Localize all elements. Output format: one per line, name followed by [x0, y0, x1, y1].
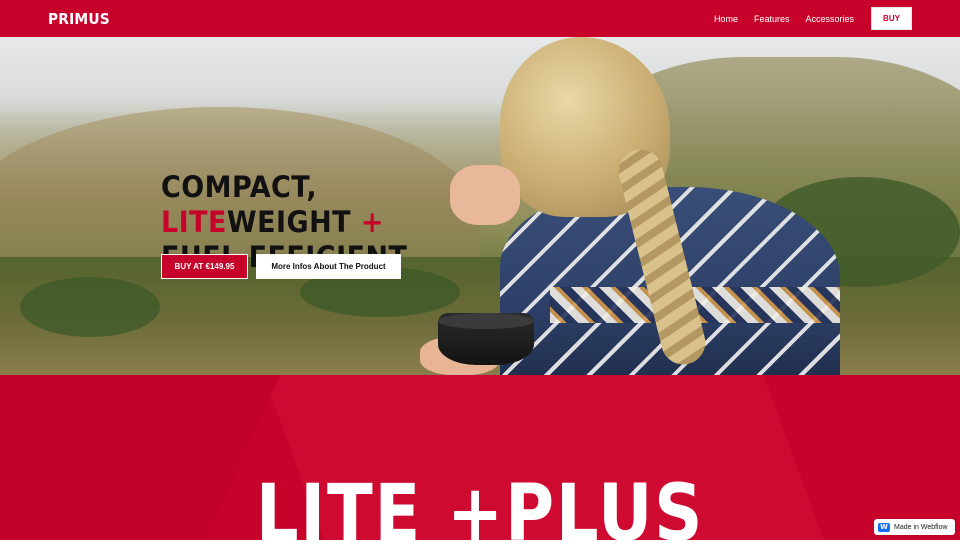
made-in-webflow-badge[interactable]: W Made in Webflow: [874, 519, 955, 535]
hiker-hand-spoon: [450, 165, 520, 225]
headline-highlight: LITE: [161, 205, 227, 239]
section-title: LITE +PLUS: [255, 469, 705, 559]
headline-line1: COMPACT,: [161, 170, 318, 204]
hero-cta-row: BUY AT €149.95 More Infos About The Prod…: [161, 254, 401, 279]
top-navigation: PRIMUS Home Features Accessories BUY: [0, 0, 960, 37]
more-info-button[interactable]: More Infos About The Product: [256, 254, 401, 279]
nav-link-home[interactable]: Home: [714, 14, 738, 24]
hero-section: COMPACT, LITEWEIGHT + FUEL EFFICIENT: [0, 37, 960, 375]
nav-buy-button[interactable]: BUY: [871, 7, 912, 30]
nav-links: Home Features Accessories BUY: [698, 7, 912, 30]
nav-link-accessories[interactable]: Accessories: [805, 14, 854, 24]
buy-now-button[interactable]: BUY AT €149.95: [161, 254, 248, 279]
hero-bush: [20, 277, 160, 337]
nav-link-features[interactable]: Features: [754, 14, 790, 24]
hero-photo-hiker: [420, 37, 850, 375]
primus-logo[interactable]: PRIMUS: [48, 10, 110, 28]
headline-line2: WEIGHT: [226, 205, 352, 239]
headline-plus: +: [360, 205, 384, 239]
webflow-icon: W: [878, 522, 890, 532]
badge-label: Made in Webflow: [894, 523, 948, 531]
cup-rim: [438, 313, 534, 329]
